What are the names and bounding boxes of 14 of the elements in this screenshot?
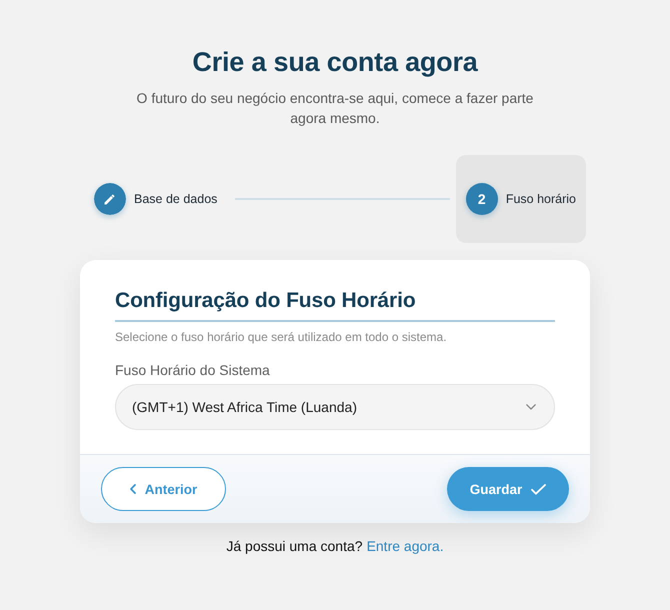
field-label: Fuso Horário do Sistema bbox=[115, 361, 271, 379]
page-title: Crie a sua conta agora bbox=[192, 46, 478, 79]
pencil-icon bbox=[94, 183, 126, 215]
card-description: Selecione o fuso horário que será utilizado em todo o sistema. bbox=[115, 329, 448, 345]
card-title: Configuração do Fuso Horário bbox=[115, 286, 555, 322]
check-icon bbox=[531, 484, 546, 494]
timezone-select[interactable]: (GMT+1) West Africa Time (Luanda) bbox=[115, 384, 555, 430]
chevron-left-icon bbox=[130, 484, 136, 494]
step-number: 2 bbox=[466, 183, 498, 215]
page-subtitle: O futuro do seu negócio encontra-se aqui, comece a fazer parte agora mesmo. bbox=[136, 89, 534, 128]
step-tab[interactable]: 2 Fuso horário bbox=[456, 155, 586, 243]
step-tab[interactable]: Base de dados bbox=[84, 155, 228, 243]
prompt-text: Já possui uma conta? bbox=[226, 537, 363, 556]
chevron-down-icon bbox=[526, 404, 536, 410]
